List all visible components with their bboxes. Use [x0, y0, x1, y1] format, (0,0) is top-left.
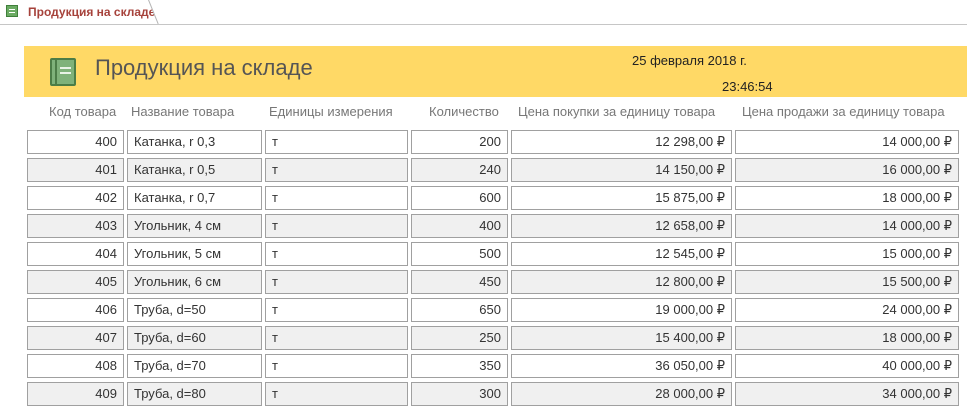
cell-code[interactable]: 401	[27, 158, 124, 182]
cell-unit[interactable]: т	[265, 298, 408, 322]
cell-sell-price[interactable]: 40 000,00 ₽	[735, 354, 959, 378]
table-row: 402 Катанка, r 0,7 т 600 15 875,00 ₽18 000,0…	[0, 186, 967, 214]
cell-quantity[interactable]: 250	[411, 326, 508, 350]
cell-name[interactable]: Труба, d=80	[127, 382, 262, 406]
column-header-quantity: Количество	[429, 104, 499, 119]
cell-quantity[interactable]: 350	[411, 354, 508, 378]
cell-code[interactable]: 407	[27, 326, 124, 350]
cell-unit[interactable]: т	[265, 270, 408, 294]
table-row: 409 Труба, d=80 т 300 28 000,00 ₽34 000,00 ₽	[0, 382, 967, 410]
cell-buy-price[interactable]: 15 400,00 ₽	[511, 326, 732, 350]
cell-quantity[interactable]: 600	[411, 186, 508, 210]
cell-unit[interactable]: т	[265, 130, 408, 154]
cell-quantity[interactable]: 200	[411, 130, 508, 154]
cell-name[interactable]: Угольник, 6 см	[127, 270, 262, 294]
column-header-sell-price: Цена продажи за единицу товара	[742, 104, 945, 119]
cell-name[interactable]: Угольник, 5 см	[127, 242, 262, 266]
document-tab-bar: Продукция на складе	[0, 0, 967, 25]
cell-quantity[interactable]: 500	[411, 242, 508, 266]
report-icon	[6, 5, 18, 17]
cell-sell-price[interactable]: 24 000,00 ₽	[735, 298, 959, 322]
cell-unit[interactable]: т	[265, 382, 408, 406]
cell-code[interactable]: 405	[27, 270, 124, 294]
cell-quantity[interactable]: 650	[411, 298, 508, 322]
cell-name[interactable]: Труба, d=50	[127, 298, 262, 322]
cell-buy-price[interactable]: 12 658,00 ₽	[511, 214, 732, 238]
table-row: 406 Труба, d=50 т 650 19 000,00 ₽24 000,00 ₽	[0, 298, 967, 326]
cell-name[interactable]: Катанка, r 0,7	[127, 186, 262, 210]
table-row: 407 Труба, d=60 т 250 15 400,00 ₽18 000,00 ₽	[0, 326, 967, 354]
table-row: 401 Катанка, r 0,5 т 240 14 150,00 ₽16 000,0…	[0, 158, 967, 186]
cell-quantity[interactable]: 300	[411, 382, 508, 406]
cell-buy-price[interactable]: 36 050,00 ₽	[511, 354, 732, 378]
column-header-code: Код товара	[49, 104, 117, 119]
cell-quantity[interactable]: 240	[411, 158, 508, 182]
cell-buy-price[interactable]: 19 000,00 ₽	[511, 298, 732, 322]
table-row: 408 Труба, d=70 т 350 36 050,00 ₽40 000,00 ₽	[0, 354, 967, 382]
report-icon	[50, 58, 76, 86]
tab-label: Продукция на складе	[28, 5, 156, 19]
cell-code[interactable]: 403	[27, 214, 124, 238]
table-row: 403 Угольник, 4 см т 400 12 658,00 ₽14 000,0…	[0, 214, 967, 242]
cell-sell-price[interactable]: 16 000,00 ₽	[735, 158, 959, 182]
report-date: 25 февраля 2018 г.	[632, 53, 747, 68]
table-row: 400 Катанка, r 0,3 т 200 12 298,00 ₽14 000,0…	[0, 130, 967, 158]
cell-code[interactable]: 400	[27, 130, 124, 154]
page-title: Продукция на складе	[95, 55, 313, 80]
cell-sell-price[interactable]: 34 000,00 ₽	[735, 382, 959, 406]
cell-buy-price[interactable]: 14 150,00 ₽	[511, 158, 732, 182]
cell-sell-price[interactable]: 15 000,00 ₽	[735, 242, 959, 266]
cell-code[interactable]: 404	[27, 242, 124, 266]
cell-sell-price[interactable]: 18 000,00 ₽	[735, 186, 959, 210]
cell-buy-price[interactable]: 28 000,00 ₽	[511, 382, 732, 406]
cell-unit[interactable]: т	[265, 186, 408, 210]
cell-name[interactable]: Труба, d=60	[127, 326, 262, 350]
report-time: 23:46:54	[722, 79, 773, 94]
cell-sell-price[interactable]: 18 000,00 ₽	[735, 326, 959, 350]
cell-name[interactable]: Труба, d=70	[127, 354, 262, 378]
cell-sell-price[interactable]: 14 000,00 ₽	[735, 130, 959, 154]
cell-quantity[interactable]: 400	[411, 214, 508, 238]
cell-quantity[interactable]: 450	[411, 270, 508, 294]
cell-code[interactable]: 406	[27, 298, 124, 322]
cell-code[interactable]: 408	[27, 354, 124, 378]
cell-unit[interactable]: т	[265, 354, 408, 378]
cell-name[interactable]: Катанка, r 0,5	[127, 158, 262, 182]
cell-unit[interactable]: т	[265, 326, 408, 350]
cell-sell-price[interactable]: 15 500,00 ₽	[735, 270, 959, 294]
cell-code[interactable]: 402	[27, 186, 124, 210]
report-header: Продукция на складе 25 февраля 2018 г. 2…	[24, 46, 967, 97]
column-header-buy-price: Цена покупки за единицу товара	[518, 104, 716, 119]
cell-name[interactable]: Катанка, r 0,3	[127, 130, 262, 154]
cell-code[interactable]: 409	[27, 382, 124, 406]
document-tab[interactable]: Продукция на складе	[0, 0, 158, 24]
cell-sell-price[interactable]: 14 000,00 ₽	[735, 214, 959, 238]
cell-buy-price[interactable]: 12 545,00 ₽	[511, 242, 732, 266]
table-row: 404 Угольник, 5 см т 500 12 545,00 ₽15 000,0…	[0, 242, 967, 270]
cell-buy-price[interactable]: 12 800,00 ₽	[511, 270, 732, 294]
column-header-name: Название товара	[131, 104, 235, 119]
cell-unit[interactable]: т	[265, 158, 408, 182]
cell-unit[interactable]: т	[265, 242, 408, 266]
cell-buy-price[interactable]: 12 298,00 ₽	[511, 130, 732, 154]
cell-buy-price[interactable]: 15 875,00 ₽	[511, 186, 732, 210]
cell-name[interactable]: Угольник, 4 см	[127, 214, 262, 238]
column-header-unit: Единицы измерения	[269, 104, 393, 119]
table-row: 405 Угольник, 6 см т 450 12 800,00 ₽15 500,0…	[0, 270, 967, 298]
cell-unit[interactable]: т	[265, 214, 408, 238]
